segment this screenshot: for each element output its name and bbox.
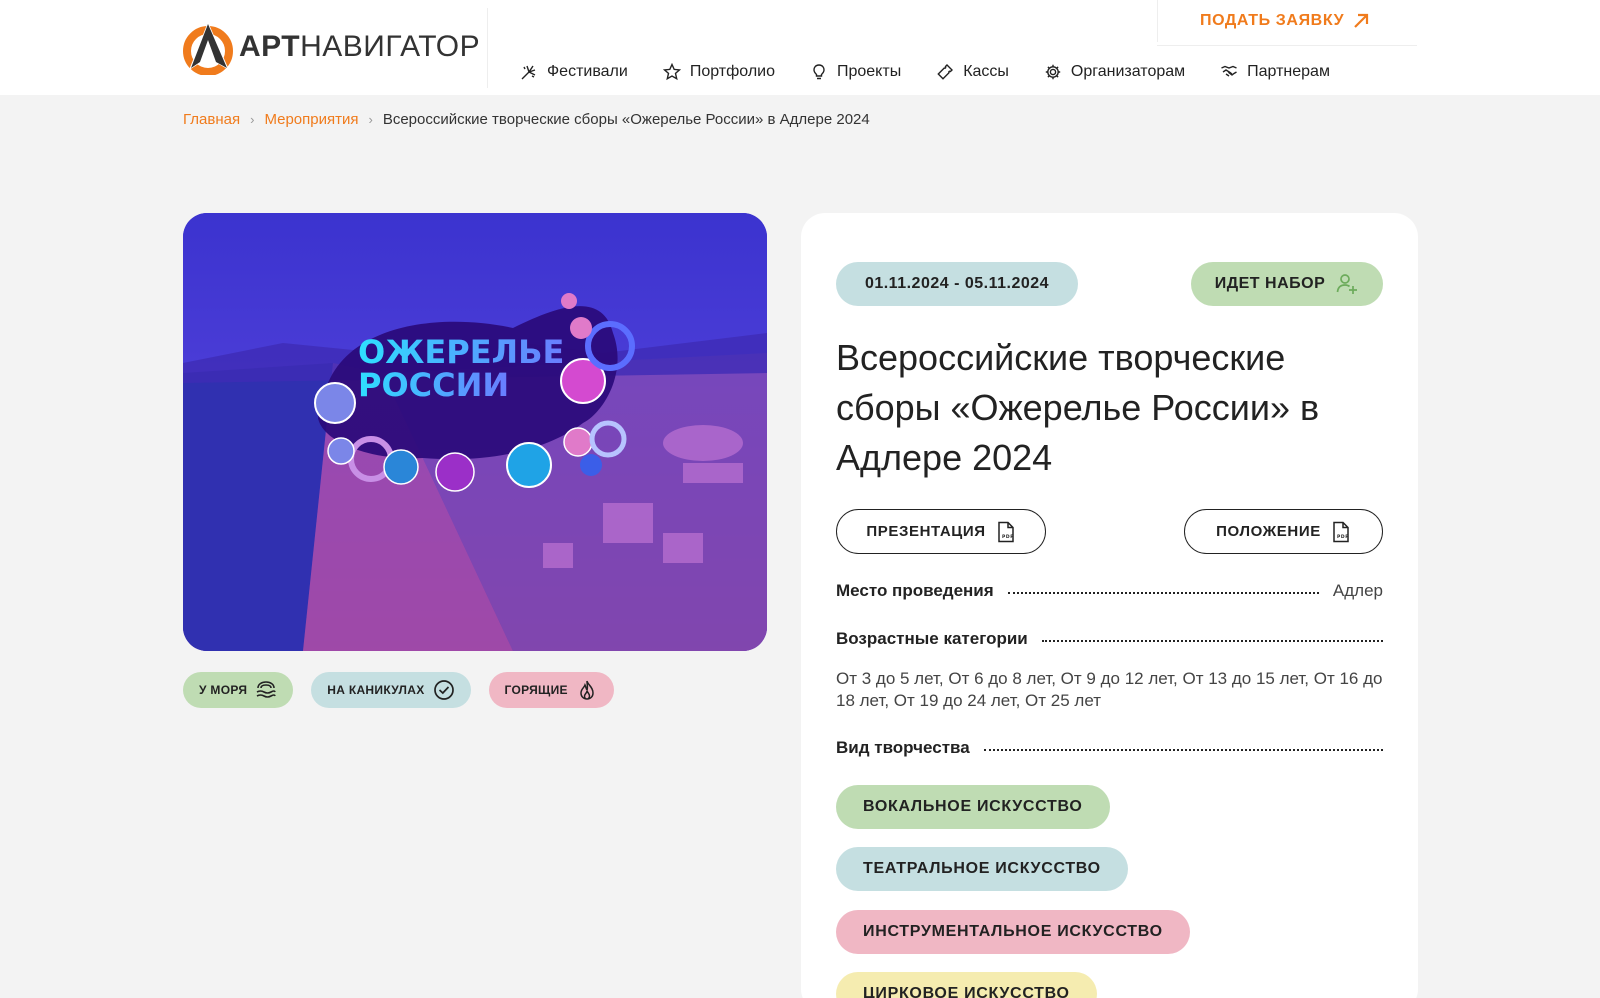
flame-icon (580, 680, 594, 700)
gear-icon (1045, 64, 1061, 80)
event-image-title-line2: РОССИИ (358, 366, 509, 404)
submit-application-label: ПОДАТЬ ЗАЯВКУ (1200, 12, 1345, 29)
age-categories-value: От 3 до 5 лет, От 6 до 8 лет, От 9 до 12… (836, 669, 1383, 710)
ticket-icon (937, 64, 954, 80)
event-image-art: ОЖЕРЕЛЬЕ РОССИИ (183, 213, 767, 651)
status-label: ИДЕТ НАБОР (1214, 275, 1326, 292)
dotted-leader (1007, 592, 1319, 594)
logo-text: АРТНАВИГАТОР (239, 29, 481, 63)
presentation-button[interactable]: ПРЕЗЕНТАЦИЯ PDF (836, 509, 1046, 554)
nav-item-organizers[interactable]: Организаторам (1044, 60, 1185, 84)
nav-item-box-office[interactable]: Кассы (936, 60, 1009, 84)
header-divider (1157, 0, 1158, 42)
svg-text:PDF: PDF (1002, 534, 1014, 540)
nav-item-projects[interactable]: Проекты (810, 60, 901, 84)
chevron-right-icon: › (250, 112, 255, 127)
waves-icon (256, 681, 277, 698)
status-badge: ИДЕТ НАБОР (1191, 262, 1383, 306)
check-circle-icon (433, 680, 454, 700)
presentation-label: ПРЕЗЕНТАЦИЯ (866, 523, 986, 540)
venue-row: Место проведения Адлер (836, 581, 1383, 601)
arrow-up-right-icon (1354, 13, 1369, 28)
pdf-file-icon: PDF (1333, 521, 1349, 542)
regulation-label: ПОЛОЖЕНИЕ (1216, 523, 1321, 540)
nav-label: Портфолио (689, 63, 775, 80)
handshake-icon (1221, 65, 1238, 77)
genre-circus[interactable]: ЦИРКОВОЕ ИСКУССТВО (836, 972, 1097, 998)
nav-item-partners[interactable]: Партнерам (1220, 60, 1330, 84)
breadcrumb-home[interactable]: Главная (183, 111, 240, 128)
header-divider (487, 8, 488, 88)
tag-label: НА КАНИКУЛАХ (327, 683, 425, 697)
venue-value: Адлер (1332, 581, 1383, 600)
svg-text:PDF: PDF (1337, 534, 1349, 540)
star-icon (662, 63, 681, 81)
nav-label: Партнерам (1247, 63, 1330, 80)
pdf-file-icon: PDF (997, 521, 1014, 542)
genre-theatre[interactable]: ТЕАТРАЛЬНОЕ ИСКУССТВО (836, 847, 1128, 891)
art-kind-label: Вид творчества (836, 738, 970, 757)
art-kind-row: Вид творчества (836, 738, 1383, 758)
tag-on-holidays[interactable]: НА КАНИКУЛАХ (311, 672, 471, 708)
tag-label: У МОРЯ (199, 683, 248, 697)
nav-label: Организаторам (1070, 63, 1186, 80)
submit-application-link[interactable]: ПОДАТЬ ЗАЯВКУ (1200, 12, 1370, 30)
genre-vocal[interactable]: ВОКАЛЬНОЕ ИСКУССТВО (836, 785, 1110, 829)
logo[interactable]: АРТНАВИГАТОР (183, 18, 480, 75)
event-tags: У МОРЯ НА КАНИКУЛАХ ГОРЯЩИЕ (183, 672, 614, 708)
breadcrumb-events[interactable]: Мероприятия (264, 111, 358, 128)
event-info-card: 01.11.2024 - 05.11.2024 ИДЕТ НАБОР Всеро… (801, 213, 1418, 998)
tag-by-sea[interactable]: У МОРЯ (183, 672, 294, 708)
event-title: Всероссийские творческие сборы «Ожерелье… (836, 337, 1320, 478)
breadcrumb: Главная › Мероприятия › Всероссийские тв… (183, 111, 870, 128)
add-user-icon (1336, 274, 1358, 294)
main-nav: Фестивали Портфолио Проекты Кассы Органи… (520, 60, 1365, 84)
fireworks-icon (521, 65, 536, 80)
nav-item-festivals[interactable]: Фестивали (520, 60, 628, 84)
regulation-button[interactable]: ПОЛОЖЕНИЕ PDF (1184, 509, 1383, 554)
venue-label: Место проведения (836, 581, 994, 600)
nav-label: Проекты (836, 63, 902, 80)
event-dates: 01.11.2024 - 05.11.2024 (864, 275, 1050, 292)
event-image: ОЖЕРЕЛЬЕ РОССИИ (183, 213, 767, 651)
logo-icon (183, 22, 233, 75)
nav-label: Фестивали (547, 63, 628, 80)
tag-label: ГОРЯЩИЕ (504, 683, 568, 697)
header-divider (1157, 45, 1417, 46)
age-categories-row: Возрастные категории (836, 629, 1383, 649)
age-categories-label: Возрастные категории (836, 629, 1028, 648)
lightbulb-icon (813, 64, 825, 80)
event-dates-badge: 01.11.2024 - 05.11.2024 (836, 262, 1078, 306)
nav-label: Кассы (963, 63, 1009, 80)
breadcrumb-current: Всероссийские творческие сборы «Ожерелье… (382, 111, 870, 128)
chevron-right-icon: › (368, 112, 373, 127)
dotted-leader (1041, 640, 1383, 642)
nav-item-portfolio[interactable]: Портфолио (662, 60, 775, 84)
site-header: АРТНАВИГАТОР ПОДАТЬ ЗАЯВКУ Фестивали Пор… (0, 0, 1600, 95)
tag-hot[interactable]: ГОРЯЩИЕ (488, 672, 614, 708)
genre-instrumental[interactable]: ИНСТРУМЕНТАЛЬНОЕ ИСКУССТВО (836, 910, 1190, 954)
dotted-leader (983, 749, 1383, 751)
